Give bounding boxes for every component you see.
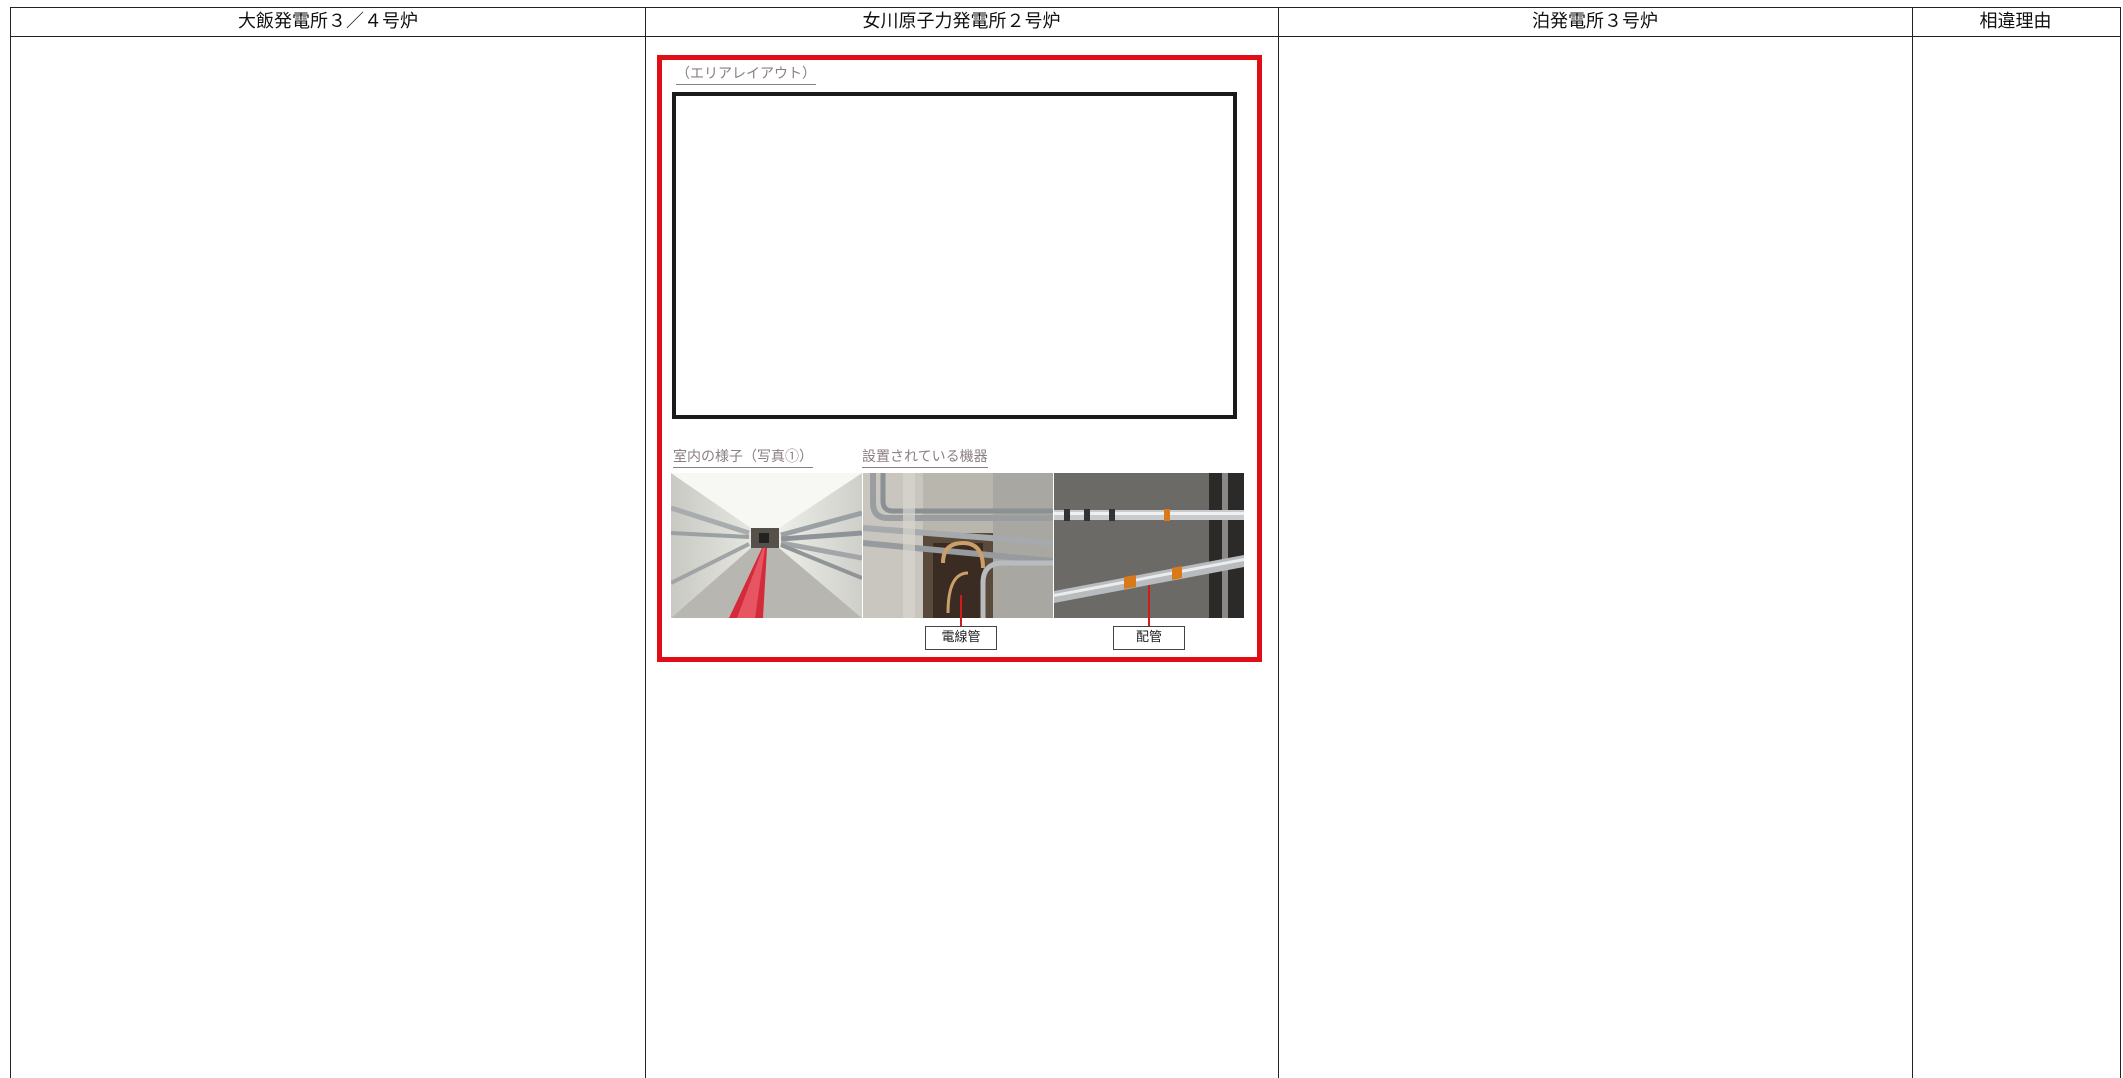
- document-page: 大飯発電所３／４号炉 女川原子力発電所２号炉 泊発電所３号炉 相違理由 （エリア…: [0, 0, 2123, 1078]
- room-photo-caption: 室内の様子（写真①）: [673, 449, 813, 468]
- conduit-photo: [863, 473, 1053, 618]
- corridor-photo: [671, 473, 862, 618]
- cell-tomari-body: [1278, 37, 1912, 1078]
- header-ohi: 大飯発電所３／４号炉: [238, 11, 418, 32]
- highlighted-figure-frame: （エリアレイアウト） 室内の様子（写真①） 設置されている機器 電線管 配管: [657, 55, 1262, 662]
- table-header-row: 大飯発電所３／４号炉 女川原子力発電所２号炉 泊発電所３号炉 相違理由: [11, 7, 2120, 37]
- column-divider-1: [645, 7, 646, 1078]
- conduit-leader-line: [960, 595, 962, 627]
- piping-label: 配管: [1113, 626, 1185, 650]
- cell-ohi-body: [11, 37, 645, 1078]
- clipped-page-header-text: [0, 0, 2123, 7]
- header-reason: 相違理由: [1979, 11, 2052, 32]
- equipment-caption: 設置されている機器: [862, 449, 988, 468]
- area-layout-caption: （エリアレイアウト）: [676, 66, 816, 85]
- area-layout-box: [672, 92, 1237, 419]
- header-onagawa: 女川原子力発電所２号炉: [862, 11, 1061, 32]
- piping-leader-line: [1148, 585, 1150, 627]
- conduit-label: 電線管: [925, 626, 997, 650]
- header-tomari: 泊発電所３号炉: [1532, 11, 1658, 32]
- cell-reason-body: [1912, 37, 2119, 1078]
